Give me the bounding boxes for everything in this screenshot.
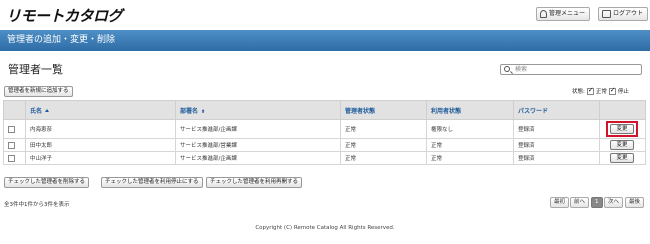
copyright: Copyright (C) Remote Catalog All Rights … [255, 225, 395, 231]
status-stopped-label: 停止 [617, 89, 629, 95]
header-select [3, 100, 26, 120]
pager-first[interactable]: 最初 [550, 197, 570, 208]
pager-prev[interactable]: 前へ [570, 197, 590, 208]
header-dept[interactable]: 部署名 ⬍ [175, 100, 341, 120]
row-password: 登録済 [513, 151, 600, 165]
person-icon [540, 10, 547, 18]
admin-menu-label: 管理メニュー [549, 10, 586, 17]
edit-button[interactable]: 変更 [610, 140, 634, 150]
table-header-row: 氏名 部署名 ⬍ 管理者状態 利用者状態 パスワード [3, 100, 646, 120]
search-input[interactable]: 検索 [500, 64, 642, 75]
row-name: 中山洋子 [25, 151, 176, 165]
table-row: 田中太郎 サービス推進部/営業課 正常 正常 登録済 変更 [3, 138, 646, 152]
row-dept: サービス推進部/企画課 [175, 151, 341, 165]
app-logo: リモートカタログ [6, 7, 123, 25]
status-normal-checkbox[interactable] [586, 86, 594, 95]
resume-checked-button[interactable]: チェックした管理者を利用再開する [206, 177, 303, 188]
pager-last[interactable]: 最後 [625, 197, 645, 208]
row-checkbox[interactable] [8, 154, 15, 162]
admin-menu-button[interactable]: 管理メニュー [536, 7, 591, 21]
row-dept: サービス推進部/企画課 [175, 119, 341, 139]
row-checkbox[interactable] [8, 125, 15, 133]
delete-checked-button[interactable]: チェックした管理者を削除する [4, 177, 90, 188]
add-admin-button[interactable]: 管理者を新規に追加する [4, 86, 73, 97]
row-user-state: 正常 [426, 151, 514, 165]
logout-button[interactable]: ログアウト [598, 7, 649, 21]
table-row: 内海恵奈 サービス推進部/企画課 正常 権限なし 登録済 変更 [3, 119, 646, 139]
sort-icon: ⬍ [201, 108, 206, 115]
header-password: パスワード [513, 100, 600, 120]
pager-next[interactable]: 次へ [604, 197, 624, 208]
row-name: 内海恵奈 [25, 119, 176, 139]
header-action [599, 100, 646, 120]
row-admin-state: 正常 [340, 119, 427, 139]
row-dept: サービス推進部/営業課 [175, 138, 341, 152]
header-admin-state: 管理者状態 [340, 100, 427, 120]
status-stopped-checkbox[interactable] [608, 86, 616, 95]
section-title: 管理者一覧 [8, 63, 63, 76]
row-name: 田中太郎 [25, 138, 176, 152]
highlight-box: 変更 [606, 121, 638, 137]
search-icon [504, 66, 510, 72]
admin-table: 氏名 部署名 ⬍ 管理者状態 利用者状態 パスワード 内海恵奈 サービス推進部/企… [3, 100, 646, 165]
row-admin-state: 正常 [340, 138, 427, 152]
status-filter: 状態: 正常 停止 [572, 86, 629, 96]
logout-label: ログアウト [613, 10, 644, 17]
result-count: 全3件中1件から3件を表示 [4, 202, 70, 208]
edit-button[interactable]: 変更 [610, 153, 634, 163]
status-normal-label: 正常 [595, 89, 607, 95]
row-password: 登録済 [513, 119, 600, 139]
header-user-state: 利用者状態 [426, 100, 514, 120]
page-title-bar: 管理者の追加・変更・削除 [0, 30, 650, 51]
logout-icon [602, 10, 611, 18]
header-name[interactable]: 氏名 [25, 100, 176, 120]
edit-button[interactable]: 変更 [610, 124, 634, 134]
row-user-state: 正常 [426, 138, 514, 152]
pager-current: 1 [591, 197, 603, 208]
row-checkbox[interactable] [8, 141, 15, 149]
sort-asc-icon [45, 108, 50, 112]
status-filter-label: 状態: [572, 89, 585, 95]
row-password: 登録済 [513, 138, 600, 152]
row-admin-state: 正常 [340, 151, 427, 165]
search-placeholder: 検索 [515, 66, 528, 73]
table-row: 中山洋子 サービス推進部/企画課 正常 正常 登録済 変更 [3, 151, 646, 165]
suspend-checked-button[interactable]: チェックした管理者を利用停止にする [101, 177, 203, 188]
row-user-state: 権限なし [426, 119, 514, 139]
top-header: リモートカタログ 管理メニュー ログアウト [0, 0, 650, 28]
